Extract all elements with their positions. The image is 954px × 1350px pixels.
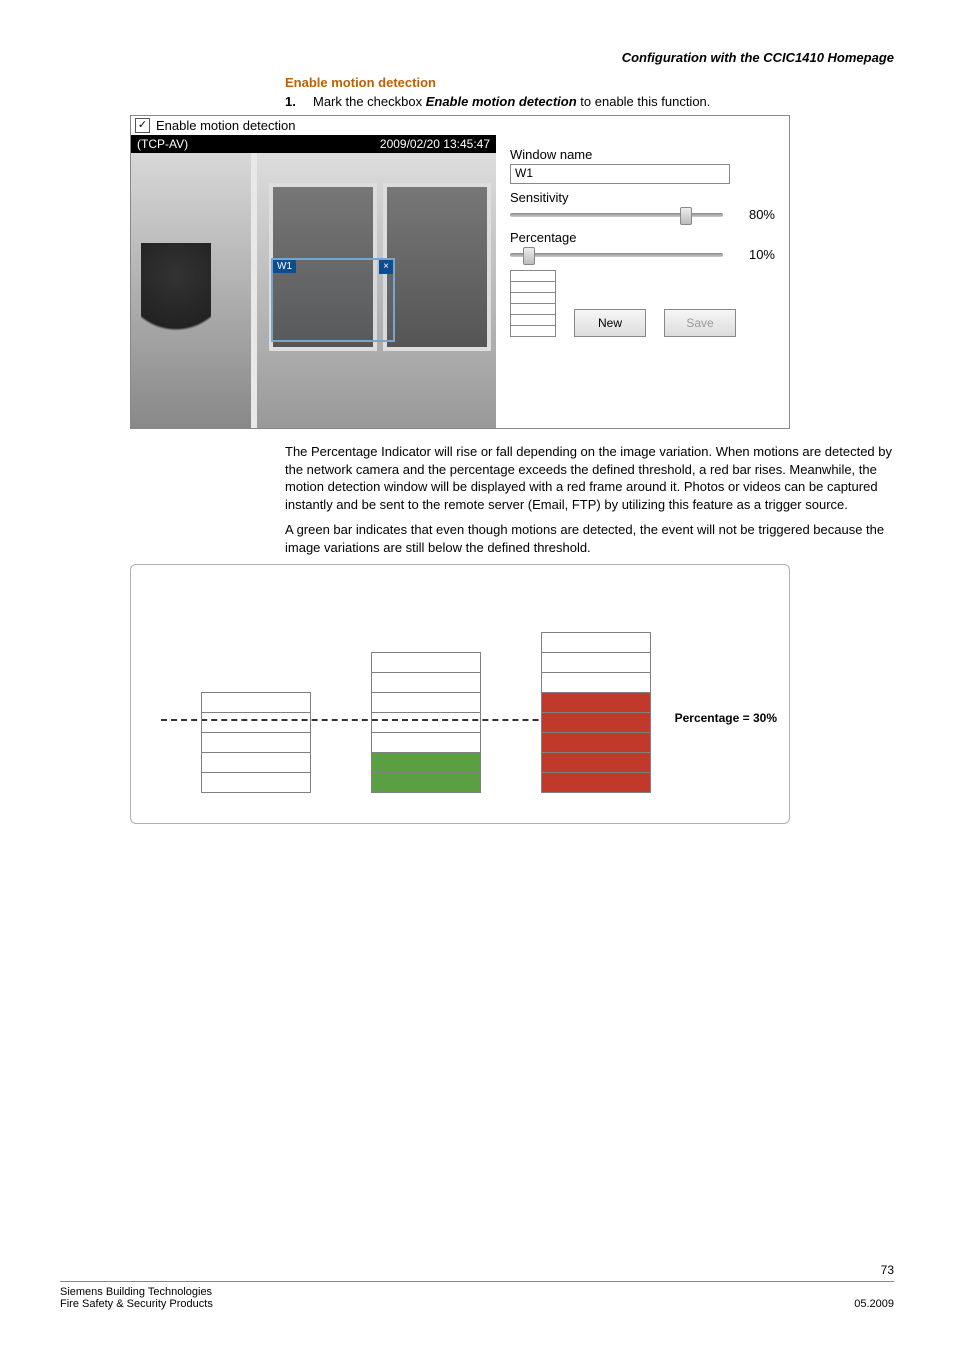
bar-column <box>541 593 651 793</box>
bar-column <box>371 593 481 793</box>
bar-cell <box>371 732 481 753</box>
percentage-thumb[interactable] <box>523 247 535 265</box>
page-footer: 73 Siemens Building Technologies Fire Sa… <box>60 1263 894 1310</box>
step-text-bold: Enable motion detection <box>426 94 577 109</box>
door-glass-right <box>383 183 491 351</box>
bar-cell <box>201 712 311 733</box>
page-number: 73 <box>60 1263 894 1277</box>
paragraph-2: A green bar indicates that even though m… <box>285 521 894 556</box>
video-osd-left: (TCP-AV) <box>137 137 188 151</box>
screenshot-body: (TCP-AV) 2009/02/20 13:45:47 W1 × Wi <box>131 135 789 428</box>
video-panel: (TCP-AV) 2009/02/20 13:45:47 W1 × <box>131 135 496 428</box>
bar-cell <box>371 752 481 773</box>
bar-cell <box>541 712 651 733</box>
paragraph-block: The Percentage Indicator will rise or fa… <box>285 443 894 556</box>
video-osd-timestamp: 2009/02/20 13:45:47 <box>380 137 490 151</box>
new-button[interactable]: New <box>574 309 646 337</box>
sensitivity-slider-row: 80% <box>510 207 775 222</box>
window-name-input[interactable]: W1 <box>510 164 730 184</box>
bar-cell <box>541 632 651 653</box>
motion-window-title: W1 <box>273 260 296 273</box>
save-button[interactable]: Save <box>664 309 736 337</box>
window-name-label: Window name <box>510 147 775 162</box>
close-icon[interactable]: × <box>379 260 393 274</box>
section-title: Enable motion detection <box>285 75 894 90</box>
document-page: Configuration with the CCIC1410 Homepage… <box>0 0 954 1350</box>
step-text-pre: Mark the checkbox <box>313 94 426 109</box>
bar-cell <box>371 772 481 793</box>
indicator-cell <box>511 326 555 336</box>
bar-cell <box>541 692 651 713</box>
percentage-value: 10% <box>735 247 775 262</box>
percentage-label: Percentage <box>510 230 775 245</box>
video-osd-bar: (TCP-AV) 2009/02/20 13:45:47 <box>131 135 496 153</box>
bar-column <box>201 593 311 793</box>
threshold-diagram: Percentage = 30% <box>130 564 790 824</box>
bar-cell <box>201 732 311 753</box>
step-number: 1. <box>285 94 313 109</box>
footer-left-1: Siemens Building Technologies <box>60 1286 212 1298</box>
indicator-cell <box>511 304 555 315</box>
percentage-indicator <box>510 270 556 337</box>
step-row: 1. Mark the checkbox Enable motion detec… <box>285 94 894 109</box>
bar-cell <box>371 672 481 693</box>
footer-row-1: Siemens Building Technologies <box>60 1286 894 1298</box>
enable-motion-label: Enable motion detection <box>156 118 295 133</box>
video-preview[interactable]: W1 × <box>131 153 496 428</box>
step-text: Mark the checkbox Enable motion detectio… <box>313 94 894 109</box>
sensitivity-label: Sensitivity <box>510 190 775 205</box>
bar-cell <box>201 692 311 713</box>
indicator-button-row: New Save <box>510 270 775 337</box>
checkbox-row: ✓ Enable motion detection <box>131 116 789 135</box>
bar-cell <box>541 752 651 773</box>
plant-graphic <box>141 243 211 403</box>
motion-detection-screenshot: ✓ Enable motion detection (TCP-AV) 2009/… <box>130 115 790 429</box>
bar-cell <box>371 652 481 673</box>
indicator-cell <box>511 271 555 282</box>
indicator-cell <box>511 315 555 326</box>
footer-left-2: Fire Safety & Security Products <box>60 1298 213 1310</box>
footer-rule <box>60 1281 894 1282</box>
bar-cell <box>201 752 311 773</box>
bar-cell <box>371 692 481 713</box>
page-header: Configuration with the CCIC1410 Homepage <box>60 50 894 65</box>
enable-motion-checkbox[interactable]: ✓ <box>135 118 150 133</box>
bar-cell <box>201 772 311 793</box>
sensitivity-slider[interactable] <box>510 213 723 217</box>
bar-cell <box>541 652 651 673</box>
bars-row <box>201 595 769 793</box>
bar-cell <box>541 772 651 793</box>
sensitivity-thumb[interactable] <box>680 207 692 225</box>
paragraph-1: The Percentage Indicator will rise or fa… <box>285 443 894 513</box>
indicator-cell <box>511 293 555 304</box>
controls-panel: Window name W1 Sensitivity 80% Percentag… <box>496 135 789 428</box>
motion-window[interactable]: W1 × <box>271 258 395 342</box>
footer-right-2: 05.2009 <box>854 1298 894 1310</box>
indicator-cell <box>511 282 555 293</box>
percentage-slider-row: 10% <box>510 247 775 262</box>
footer-row-2: Fire Safety & Security Products 05.2009 <box>60 1298 894 1310</box>
bar-cell <box>371 712 481 733</box>
step-text-post: to enable this function. <box>577 94 711 109</box>
bar-cell <box>541 732 651 753</box>
percentage-slider[interactable] <box>510 253 723 257</box>
content-indent: Enable motion detection 1. Mark the chec… <box>285 75 894 109</box>
bar-cell <box>541 672 651 693</box>
sensitivity-value: 80% <box>735 207 775 222</box>
